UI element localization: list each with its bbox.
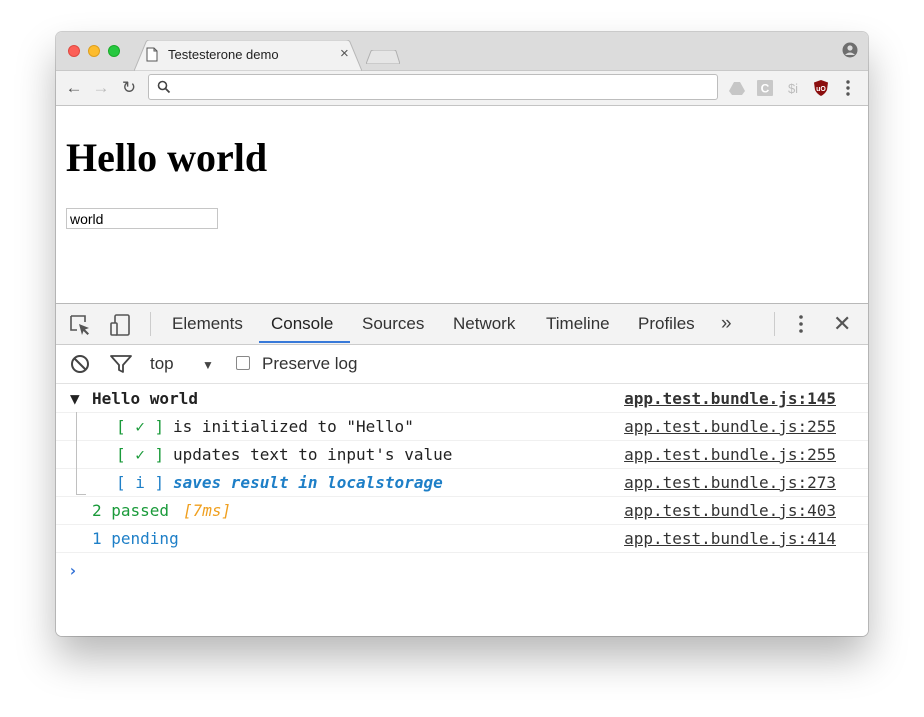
new-tab-button[interactable] (366, 50, 400, 64)
tab-title: Testesterone demo (168, 47, 279, 62)
browser-window: Testesterone demo × ← → ↻ C $i uO Hello … (56, 32, 868, 636)
filter-icon[interactable] (110, 354, 132, 374)
tab-timeline[interactable]: Timeline (546, 314, 610, 334)
ublock-shield-icon[interactable]: uO (813, 80, 829, 96)
inspect-element-icon[interactable] (68, 313, 92, 337)
forward-arrow-icon[interactable]: → (91, 78, 111, 98)
page-content: Hello world (56, 106, 868, 303)
pass-badge: [ ✓ ] (116, 417, 165, 436)
toolbar-divider (774, 312, 775, 336)
devtools-tab-bar: Elements Console Sources Network Timelin… (56, 304, 868, 345)
source-link[interactable]: app.test.bundle.js:255 (624, 417, 836, 436)
tab-elements[interactable]: Elements (172, 314, 243, 334)
dollar-extension-icon[interactable]: $i (785, 80, 801, 96)
title-bar: Testesterone demo × (56, 32, 868, 71)
browser-tab[interactable]: Testesterone demo × (134, 40, 362, 71)
console-message: saves result in localstorage (173, 473, 443, 492)
devtools-close-icon[interactable]: ✕ (833, 312, 851, 336)
group-indent-line (76, 412, 77, 494)
search-icon (157, 80, 171, 94)
browser-toolbar: ← → ↻ C $i uO (56, 71, 868, 106)
profile-icon[interactable] (842, 42, 858, 58)
tab-console[interactable]: Console (271, 314, 333, 334)
source-link[interactable]: app.test.bundle.js:403 (624, 501, 836, 520)
active-tab-indicator (259, 341, 350, 343)
more-tabs-icon[interactable]: » (721, 313, 732, 335)
preserve-log-checkbox[interactable] (236, 356, 250, 370)
source-link[interactable]: app.test.bundle.js:255 (624, 445, 836, 464)
source-link[interactable]: app.test.bundle.js:145 (624, 389, 836, 408)
console-toolbar: top ▼ Preserve log (56, 345, 868, 384)
tab-network[interactable]: Network (453, 314, 515, 334)
drive-extension-icon[interactable] (729, 80, 745, 96)
address-bar[interactable] (148, 74, 718, 100)
info-badge: [ i ] (116, 473, 165, 492)
back-arrow-icon[interactable]: ← (64, 78, 84, 98)
device-toolbar-icon[interactable] (108, 313, 132, 337)
context-selector[interactable]: top (150, 354, 174, 374)
tab-close-icon[interactable]: × (340, 45, 349, 63)
c-extension-icon[interactable]: C (757, 80, 773, 96)
group-expand-icon[interactable]: ▼ (70, 389, 89, 408)
text-input[interactable] (66, 208, 218, 229)
window-maximize-button[interactable] (108, 45, 120, 57)
pass-badge: [ ✓ ] (116, 445, 165, 464)
duration-label: [7ms] (183, 501, 232, 520)
console-message: Hello world (92, 389, 198, 408)
preserve-log-label: Preserve log (262, 354, 358, 373)
devtools-panel: Elements Console Sources Network Timelin… (56, 303, 868, 636)
console-line: ▼ Hello world app.test.bundle.js:145 (56, 384, 868, 413)
devtools-menu-icon[interactable] (798, 314, 804, 334)
window-minimize-button[interactable] (88, 45, 100, 57)
source-link[interactable]: app.test.bundle.js:273 (624, 473, 836, 492)
browser-menu-icon[interactable] (845, 79, 851, 97)
passed-summary: 2 passed (92, 501, 170, 520)
console-message: updates text to input's value (173, 445, 453, 464)
reload-icon[interactable]: ↻ (119, 78, 139, 98)
page-icon (146, 47, 158, 62)
chevron-down-icon[interactable]: ▼ (202, 358, 214, 372)
toolbar-divider (150, 312, 151, 336)
console-message: is initialized to "Hello" (173, 417, 414, 436)
pending-summary: 1 pending (92, 529, 179, 548)
page-heading: Hello world (66, 135, 268, 180)
tab-sources[interactable]: Sources (362, 314, 424, 334)
console-line: [ ✓ ] updates text to input's value app.… (56, 440, 868, 469)
console-line: 1 pending app.test.bundle.js:414 (56, 524, 868, 553)
source-link[interactable]: app.test.bundle.js:414 (624, 529, 836, 548)
clear-console-icon[interactable] (70, 354, 90, 374)
tab-profiles[interactable]: Profiles (638, 314, 695, 334)
svg-text:$i: $i (788, 81, 798, 96)
svg-text:uO: uO (816, 86, 826, 93)
svg-text:C: C (761, 82, 770, 96)
console-prompt[interactable]: › (68, 561, 78, 580)
window-close-button[interactable] (68, 45, 80, 57)
console-line: [ i ] saves result in localstorage app.t… (56, 468, 868, 497)
console-line: [ ✓ ] is initialized to "Hello" app.test… (56, 412, 868, 441)
console-line: 2 passed [7ms] app.test.bundle.js:403 (56, 496, 868, 525)
group-indent-line-end (76, 494, 86, 495)
